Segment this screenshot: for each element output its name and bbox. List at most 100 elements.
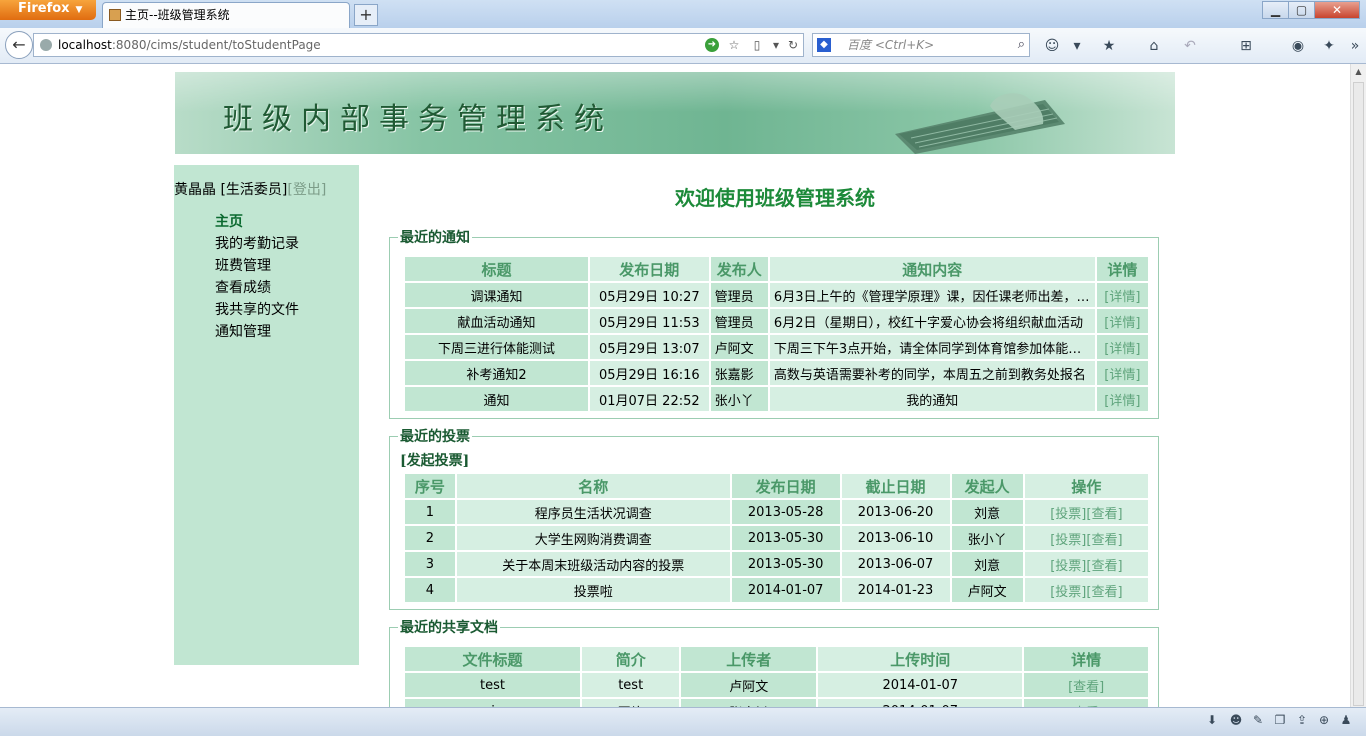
sidebar-item-notice-management[interactable]: 通知管理 (215, 321, 271, 341)
mask-icon[interactable]: ☻ (1228, 712, 1244, 728)
status-bar: ⬇ ☻ ✎ ❐ ⇪ ⊕ ♟ (0, 707, 1366, 736)
reload-icon[interactable]: ↻ (786, 38, 800, 52)
window-icon[interactable]: ❐ (1272, 712, 1288, 728)
section-legend: 最近的共享文档 (400, 620, 498, 636)
site-banner: 班级内部事务管理系统 (175, 72, 1175, 154)
crop-icon[interactable]: ⊞ (1237, 37, 1255, 55)
vote-start-date: 2014-01-07 (731, 578, 840, 602)
addon-face-icon[interactable]: ☺ (1043, 37, 1061, 55)
vote-number: 3 (405, 552, 455, 576)
column-header: 上传者 (681, 647, 817, 671)
notice-author: 管理员 (710, 283, 768, 307)
notice-detail-link[interactable]: [详情] (1096, 387, 1148, 411)
share-icon[interactable]: ⇪ (1294, 712, 1310, 728)
table-row: 4 投票啦 2014-01-07 2014-01-23 卢阿文 [投票][查看] (405, 578, 1148, 602)
recent-notices-section: 最近的通知 标题 发布日期 发布人 通知内容 详情 调课通知 05月29日 10:… (389, 227, 1159, 419)
notice-detail-link[interactable]: [详情] (1096, 309, 1148, 333)
chevron-down-icon: ▼ (75, 5, 83, 15)
new-tab-button[interactable]: + (354, 4, 378, 26)
notice-author: 张小丫 (710, 387, 768, 411)
column-header: 文件标题 (405, 647, 580, 671)
vote-end-date: 2013-06-20 (841, 500, 950, 524)
menu-overflow-icon[interactable]: » (1346, 37, 1364, 55)
doc-uploader: 张小丫 (681, 699, 817, 707)
sidebar-item-class-fees[interactable]: 班费管理 (215, 255, 271, 275)
home-icon[interactable]: ⌂ (1145, 37, 1163, 55)
vote-actions: [投票][查看] (1024, 526, 1148, 550)
maximize-button[interactable]: ▢ (1288, 1, 1315, 19)
sidebar-item-shared-files[interactable]: 我共享的文件 (215, 299, 299, 319)
notice-title: 献血活动通知 (405, 309, 588, 333)
scrollbar-thumb[interactable] (1353, 82, 1364, 706)
sidebar-item-attendance[interactable]: 我的考勤记录 (215, 233, 299, 253)
vote-author: 刘意 (951, 552, 1023, 576)
vote-link[interactable]: [投票] (1050, 585, 1086, 600)
notice-detail-link[interactable]: [详情] (1096, 335, 1148, 359)
notice-content: 下周三下午3点开始，请全体同学到体育馆参加体能测试 (769, 335, 1095, 359)
vote-end-date: 2013-06-07 (841, 552, 950, 576)
undo-icon[interactable]: ↶ (1181, 37, 1199, 55)
firefox-menu-button[interactable]: Firefox ▼ (0, 0, 96, 20)
table-row: 补考通知2 05月29日 16:16 张嘉影 高数与英语需要补考的同学，本周五之前到教… (405, 361, 1148, 385)
bookmark-star-icon[interactable]: ☆ (727, 38, 741, 52)
minimize-button[interactable]: ▁ (1262, 1, 1289, 19)
column-header: 名称 (456, 474, 730, 498)
person-icon[interactable]: ♟ (1338, 712, 1354, 728)
search-icon[interactable]: ⌕ (1018, 34, 1025, 56)
view-link[interactable]: [查看] (1086, 559, 1122, 574)
chevron-down-icon[interactable]: ▾ (1068, 37, 1086, 55)
notice-author: 张嘉影 (710, 361, 768, 385)
vote-link[interactable]: [投票] (1050, 507, 1086, 522)
view-link[interactable]: [查看] (1086, 585, 1122, 600)
tab-home[interactable]: 主页--班级管理系统 (102, 2, 350, 28)
notice-title: 调课通知 (405, 283, 588, 307)
page-viewport: 班级内部事务管理系统 黄晶晶 [生活委员][登出] 主页 我的考勤记录 班费管理… (0, 64, 1350, 707)
vote-name: 关于本周末班级活动内容的投票 (456, 552, 730, 576)
sidebar-item-home[interactable]: 主页 (215, 211, 243, 231)
table-row: 下周三进行体能测试 05月29日 13:07 卢阿文 下周三下午3点开始，请全体同学到… (405, 335, 1148, 359)
brush-icon[interactable]: ✎ (1250, 712, 1266, 728)
mobile-icon[interactable]: ▯ (750, 38, 764, 52)
search-input[interactable]: ◆ 百度 <Ctrl+K> ⌕ (812, 33, 1030, 57)
logout-link[interactable]: [登出] (287, 182, 326, 198)
column-header: 上传时间 (818, 647, 1023, 671)
chat-icon[interactable]: ◉ (1289, 37, 1307, 55)
browser-title-bar: Firefox ▼ 主页--班级管理系统 + ▁ ▢ ✕ (0, 0, 1366, 28)
sidebar-item-grades[interactable]: 查看成绩 (215, 277, 271, 297)
close-window-button[interactable]: ✕ (1314, 1, 1360, 19)
keyboard-hand-image (895, 93, 1065, 154)
url-bar[interactable]: localhost:8080/cims/student/toStudentPag… (33, 33, 804, 57)
vote-start-date: 2013-05-28 (731, 500, 840, 524)
url-host: localhost (58, 38, 112, 52)
vote-start-date: 2013-05-30 (731, 526, 840, 550)
bookmarks-icon[interactable]: ★ (1100, 37, 1118, 55)
history-dropdown-icon[interactable]: ▾ (769, 38, 783, 52)
notice-date: 05月29日 11:53 (589, 309, 709, 333)
votes-table: 序号 名称 发布日期 截止日期 发起人 操作 1 程序员生活状况调查 2013-05… (403, 472, 1150, 604)
download-icon[interactable]: ⬇ (1204, 712, 1220, 728)
view-link[interactable]: [查看] (1086, 507, 1122, 522)
view-link[interactable]: [查看] (1086, 533, 1122, 548)
column-header: 序号 (405, 474, 455, 498)
vote-number: 2 (405, 526, 455, 550)
vote-link[interactable]: [投票] (1050, 559, 1086, 574)
notice-detail-link[interactable]: [详情] (1096, 283, 1148, 307)
go-icon[interactable]: ➜ (705, 38, 719, 52)
add-window-icon[interactable]: ⊕ (1316, 712, 1332, 728)
back-button[interactable]: ← (5, 31, 33, 59)
section-legend: 最近的投票 (400, 429, 470, 445)
notice-date: 05月29日 16:16 (589, 361, 709, 385)
notice-title: 补考通知2 (405, 361, 588, 385)
search-engine-icon[interactable]: ◆ (817, 38, 831, 52)
scroll-up-arrow-icon[interactable]: ▲ (1351, 64, 1366, 80)
vote-link[interactable]: [投票] (1050, 533, 1086, 548)
url-path: :8080/cims/student/toStudentPage (111, 38, 321, 52)
extension-icon[interactable]: ✦ (1320, 37, 1338, 55)
doc-detail-link[interactable]: [查看] (1024, 673, 1148, 697)
vertical-scrollbar[interactable]: ▲ (1350, 64, 1366, 707)
column-header: 详情 (1096, 257, 1148, 281)
doc-detail-link[interactable]: [查看] (1024, 699, 1148, 707)
doc-upload-time: 2014-01-07 (818, 673, 1023, 697)
start-vote-link[interactable]: [发起投票] (400, 450, 469, 470)
notice-detail-link[interactable]: [详情] (1096, 361, 1148, 385)
